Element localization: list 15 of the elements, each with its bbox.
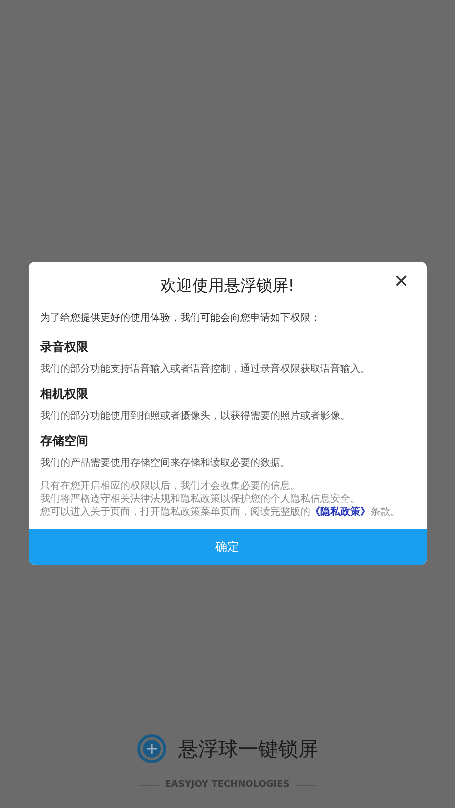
app-name: 悬浮球一键锁屏 (178, 736, 318, 762)
permission-description: 我们的部分功能支持语音输入或者语音控制，通过录音权限获取语音输入。 (40, 362, 372, 376)
permission-title: 存储空间 (40, 433, 90, 450)
plus-circle-icon (136, 734, 166, 764)
notice-text: 只有在您开启相应的权限以后，我们才会收集必要的信息。 (40, 480, 302, 493)
permission-description: 我们的部分功能使用到拍照或者摄像头，以获得需要的照片或者影像。 (40, 410, 352, 423)
intro-text: 为了给您提供更好的使用体验，我们可能会向您申请如下权限： (40, 312, 322, 325)
permission-title: 相机权限 (40, 386, 90, 403)
notice-text: 您可以进入关于页面，打开隐私政策菜单页面，阅读完整版的《隐私政策》条款。 (40, 506, 402, 519)
permission-title: 录音权限 (40, 339, 90, 356)
privacy-policy-link[interactable]: 《隐私政策》 (310, 507, 370, 518)
dialog-title: 欢迎使用悬浮锁屏! (160, 276, 295, 297)
permission-description: 我们的产品需要使用存储空间来存储和读取必要的数据。 (40, 456, 292, 470)
notice-text: 我们将严格遵守相关法律法规和隐私政策以保护您的个人隐私信息安全。 (40, 493, 362, 506)
close-button[interactable]: × (390, 268, 412, 296)
